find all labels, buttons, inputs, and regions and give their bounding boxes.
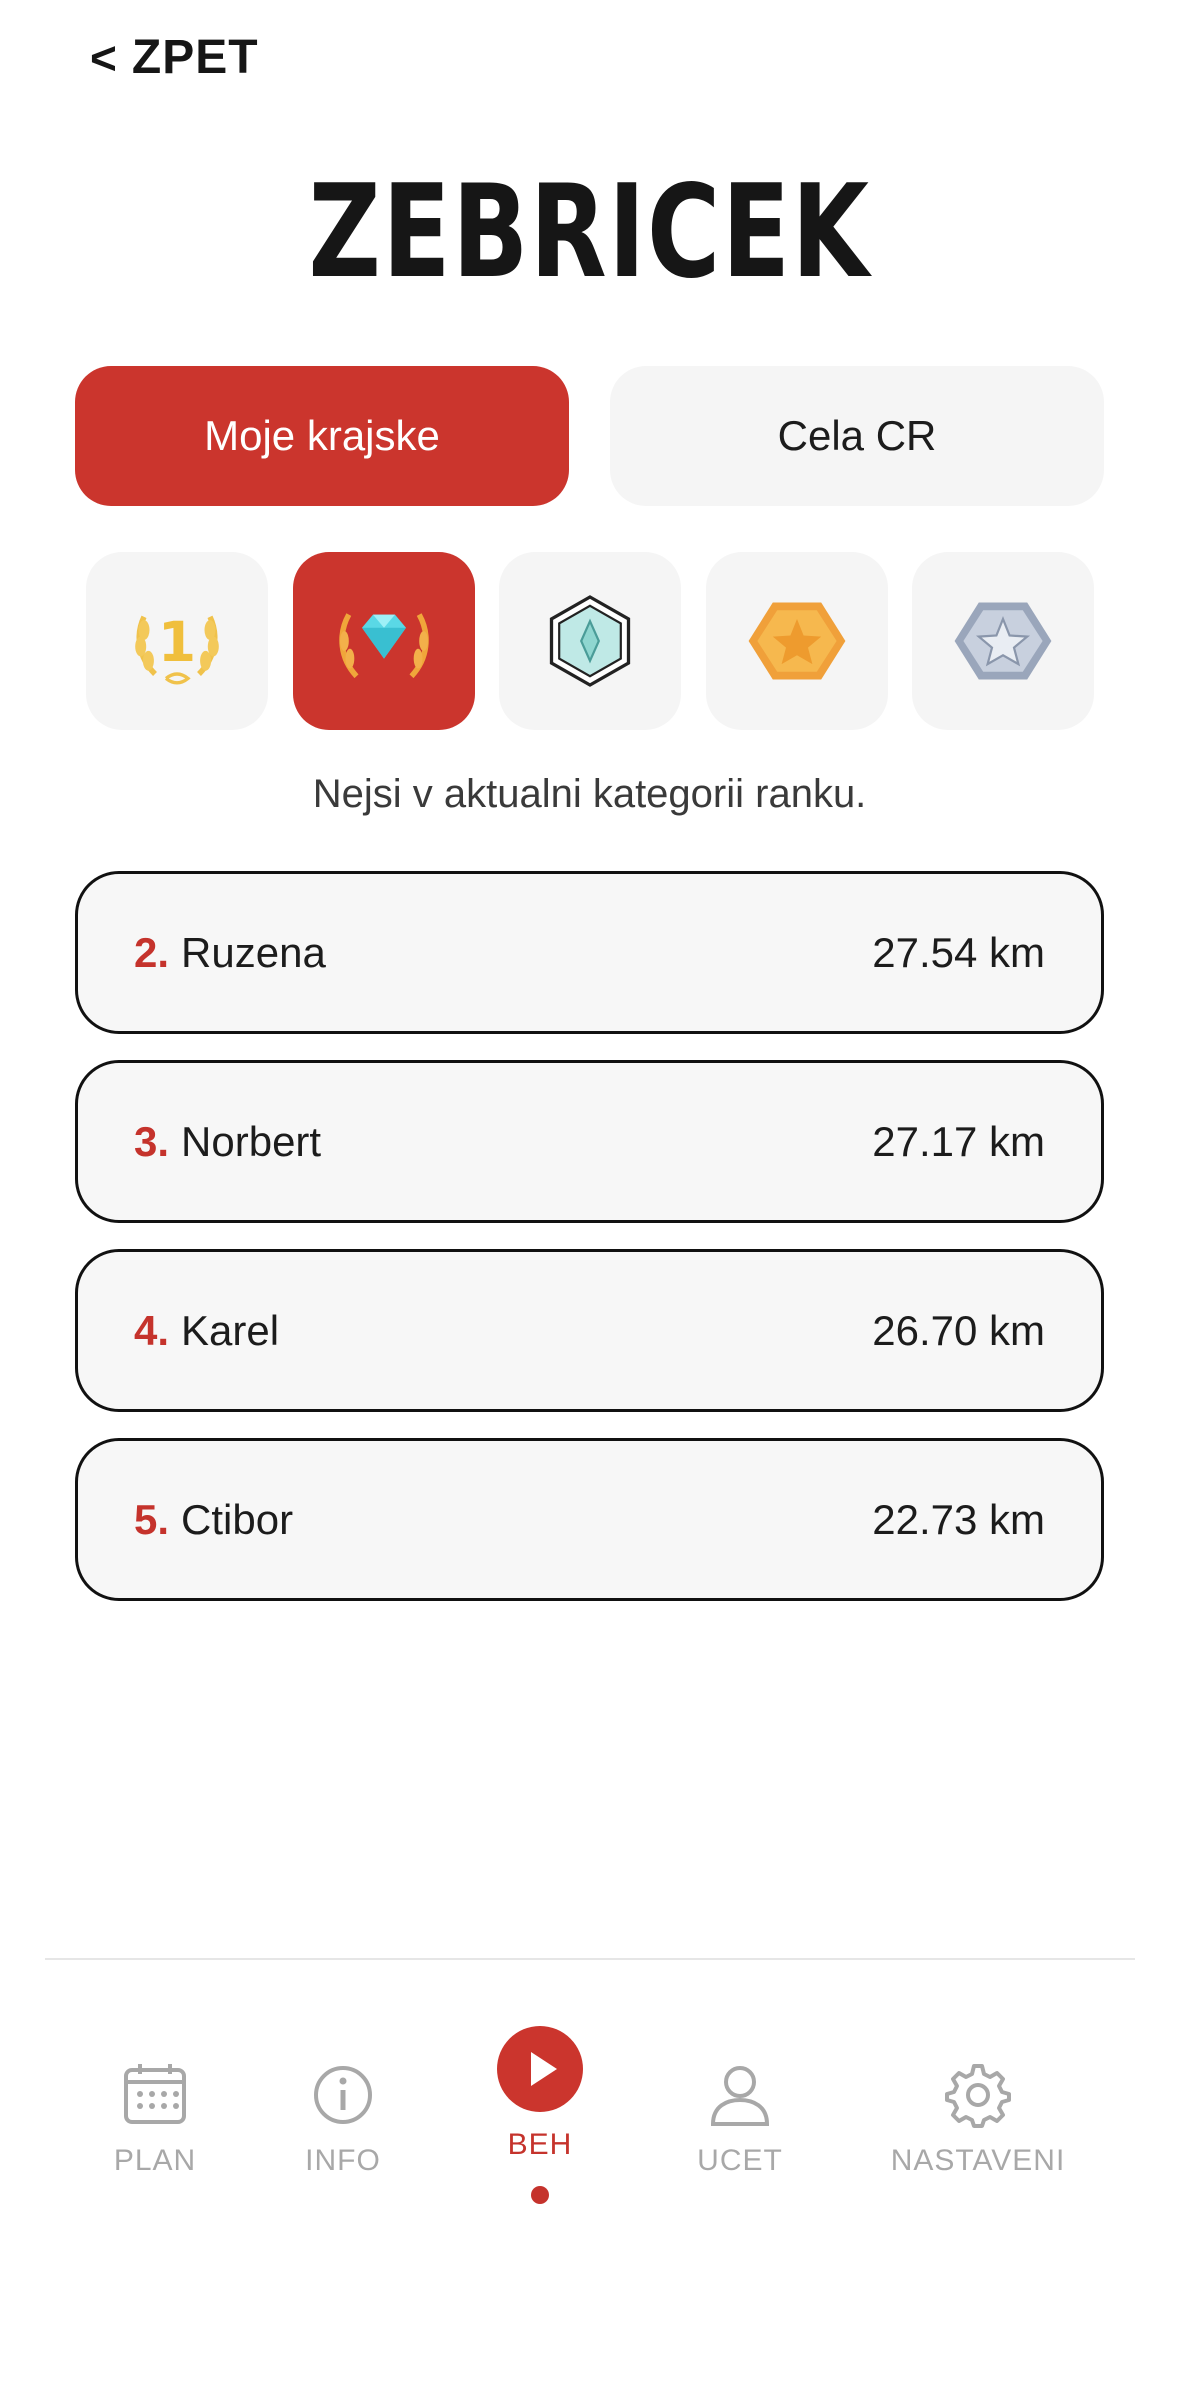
leaderboard-row[interactable]: 2. Ruzena 27.54 km (75, 871, 1104, 1034)
rank-position: 2. (134, 928, 170, 976)
gold-laurel-first-place-icon: 1 (135, 610, 219, 685)
crystal-hexagon-badge-icon (549, 595, 631, 687)
nav-label-beh: BEH (507, 2128, 573, 2161)
nav-label-nastaveni: NASTAVENI (890, 2144, 1066, 2177)
nav-item-plan[interactable]: PLAN (55, 2060, 255, 2178)
runner-distance: 26.70 km (872, 1306, 1045, 1354)
nav-item-beh[interactable]: BEH (440, 2024, 640, 2204)
user-icon (710, 2066, 770, 2126)
rank-notice: Nejsi v aktualni kategorii ranku. (312, 772, 867, 816)
leaderboard-row[interactable]: 5. Ctibor 22.73 km (75, 1438, 1104, 1601)
tab-cela-cr[interactable]: Cela CR (610, 366, 1104, 506)
runner-name: Karel (181, 1306, 280, 1354)
nav-item-info[interactable]: INFO (243, 2060, 443, 2178)
nav-item-nastaveni[interactable]: NASTAVENI (878, 2060, 1078, 2178)
leaderboard-row[interactable]: 3. Norbert 27.17 km (75, 1060, 1104, 1223)
play-icon (497, 2026, 583, 2112)
svg-text:1: 1 (158, 610, 196, 674)
runner-name: Norbert (181, 1117, 322, 1165)
gold-star-hexagon-badge-icon (748, 602, 845, 680)
silver-star-hexagon-badge-icon (954, 602, 1052, 680)
gear-icon (945, 2064, 1011, 2128)
rank-position: 4. (134, 1306, 170, 1354)
bottom-nav: PLAN INFO BEH UCET NASTAVENI (0, 2010, 1179, 2230)
nav-label-ucet: UCET (697, 2144, 783, 2177)
runner-distance: 27.54 km (872, 928, 1045, 976)
back-button[interactable]: < ZPET (90, 30, 259, 85)
nav-label-info: INFO (305, 2144, 381, 2177)
runner-distance: 27.17 km (872, 1117, 1045, 1165)
chevron-left-icon: < (90, 31, 118, 84)
runner-name: Ruzena (181, 928, 326, 976)
tab-moje-krajske[interactable]: Moje krajske (75, 366, 569, 506)
diamond-laurel-icon (338, 613, 429, 679)
rank-tile-diamond[interactable] (292, 552, 475, 730)
nav-item-ucet[interactable]: UCET (640, 2060, 840, 2178)
rank-tile-gold[interactable] (705, 552, 888, 730)
active-indicator-dot (531, 2186, 549, 2204)
leaderboard-list: 2. Ruzena 27.54 km 3. Norbert 27.17 km 4… (75, 871, 1104, 1627)
nav-label-plan: PLAN (113, 2144, 197, 2177)
back-label: ZPET (131, 31, 259, 84)
calendar-icon (124, 2064, 186, 2124)
page-title: ZEBRICEK (308, 158, 871, 307)
leaderboard-row[interactable]: 4. Karel 26.70 km (75, 1249, 1104, 1412)
runner-name: Ctibor (181, 1495, 294, 1543)
info-icon (314, 2066, 372, 2124)
rank-position: 5. (134, 1495, 170, 1543)
rank-tile-first-place[interactable]: 1 (86, 552, 268, 730)
rank-position: 3. (134, 1117, 170, 1165)
rank-tile-crystal[interactable] (499, 552, 681, 730)
rank-category-selector: 1 (86, 552, 1094, 730)
rank-tile-silver[interactable] (912, 552, 1094, 730)
runner-distance: 22.73 km (872, 1495, 1045, 1543)
nav-divider (45, 1958, 1135, 1960)
